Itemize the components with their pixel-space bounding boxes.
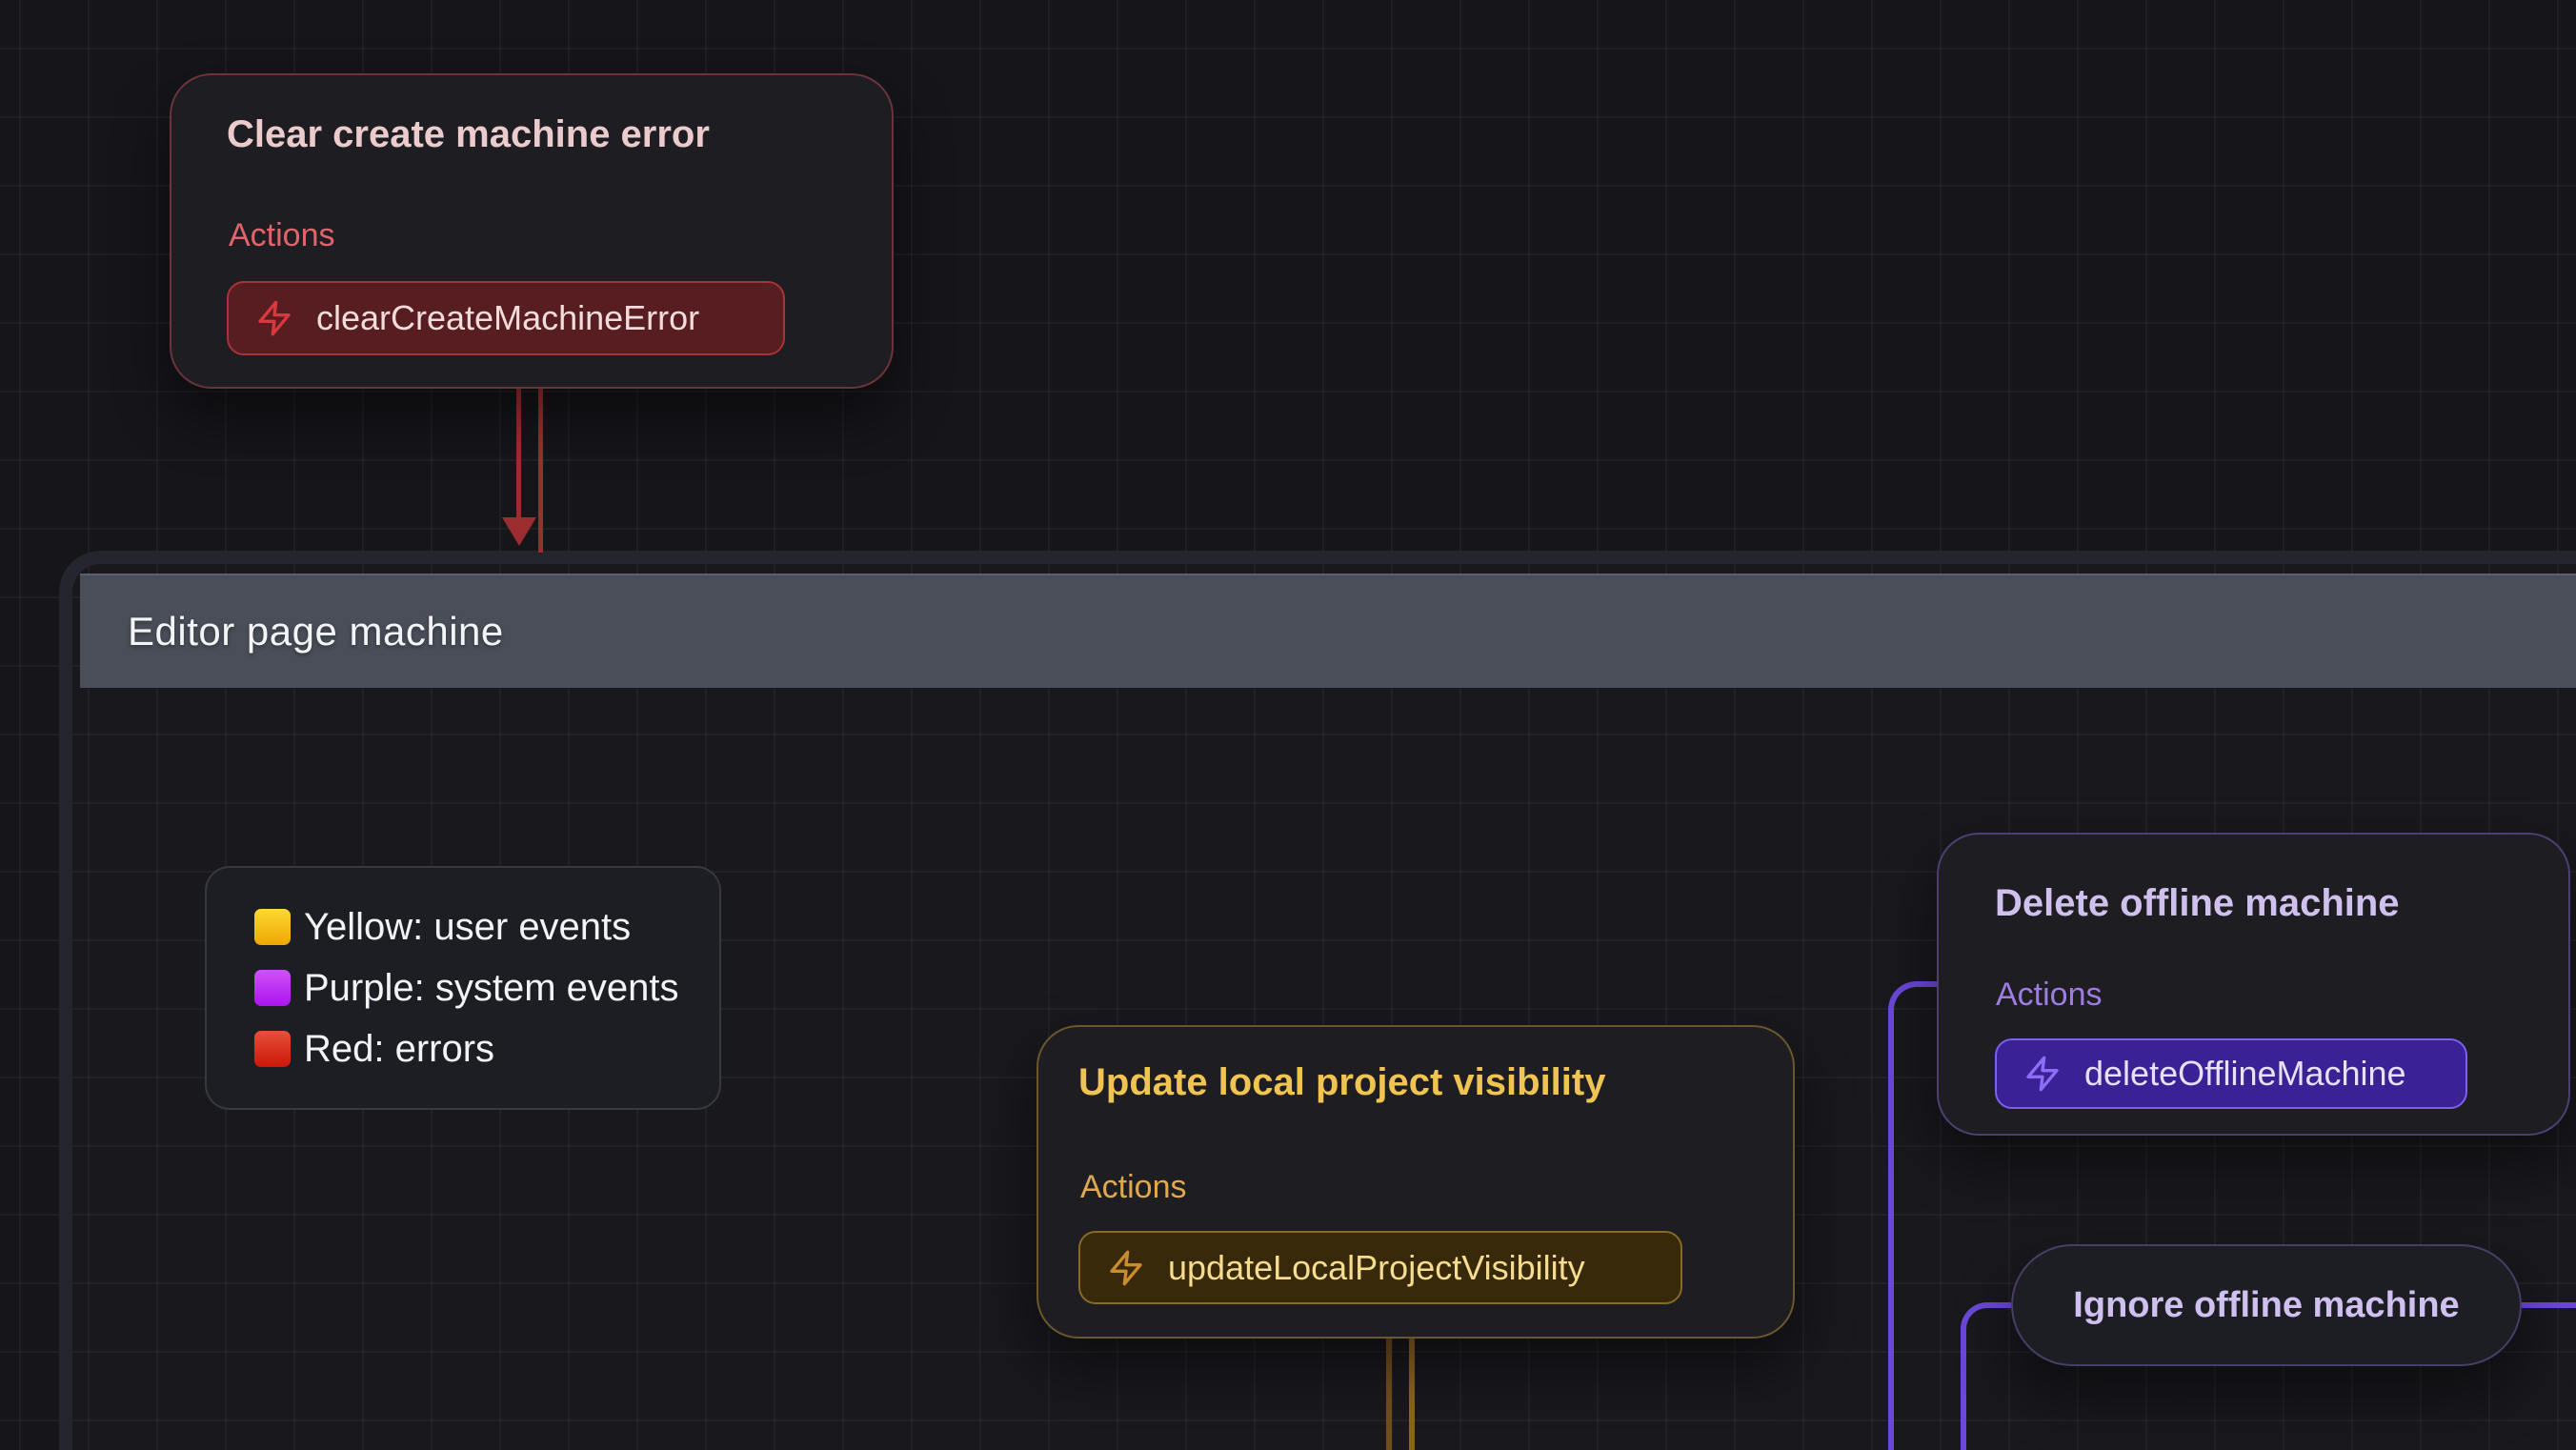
legend-item-user-events: Yellow: user events [254,906,719,949]
state-node-ignore-offline-machine[interactable]: Ignore offline machine [2011,1244,2522,1366]
lightning-icon [255,299,293,337]
error-edge-line [516,387,521,518]
state-node-delete-offline-machine[interactable]: Delete offline machine Actions deleteOff… [1937,833,2570,1136]
state-node-update-local-project-visibility[interactable]: Update local project visibility Actions … [1036,1025,1795,1339]
legend-note[interactable]: Yellow: user events Purple: system event… [205,866,721,1110]
system-event-edge-ignore-machine-right [2522,1302,2576,1308]
machine-header[interactable]: Editor page machine [80,574,2576,688]
state-title: Update local project visibility [1078,1061,1605,1104]
legend-label: Purple: system events [304,967,679,1010]
state-node-clear-create-machine-error[interactable]: Clear create machine error Actions clear… [170,73,894,389]
system-event-edge-ignore-machine-left [1961,1302,2011,1450]
diagram-canvas[interactable]: Editor page machine Clear create machine… [0,0,2576,1450]
action-label: updateLocalProjectVisibility [1168,1248,1585,1288]
system-event-edge-delete-machine [1888,981,1937,1450]
red-square-icon [254,1031,291,1067]
error-edge-arrowhead-icon [502,517,536,546]
user-event-edge-line [1386,1338,1392,1450]
machine-title: Editor page machine [128,609,504,655]
legend-item-system-events: Purple: system events [254,967,719,1010]
actions-section-label: Actions [1996,977,2103,1014]
user-event-edge-return-line [1409,1338,1415,1450]
action-chip-clearCreateMachineError[interactable]: clearCreateMachineError [227,281,785,355]
legend-item-errors: Red: errors [254,1028,719,1071]
action-chip-updateLocalProjectVisibility[interactable]: updateLocalProjectVisibility [1078,1231,1682,1304]
legend-label: Yellow: user events [304,906,631,949]
action-label: deleteOfflineMachine [2084,1054,2406,1094]
legend-label: Red: errors [304,1028,494,1071]
actions-section-label: Actions [1080,1169,1187,1206]
error-edge-return-line [538,387,543,553]
action-chip-deleteOfflineMachine[interactable]: deleteOfflineMachine [1995,1038,2467,1109]
state-title: Clear create machine error [227,113,710,156]
purple-square-icon [254,970,291,1006]
action-label: clearCreateMachineError [316,298,699,338]
actions-section-label: Actions [229,217,335,254]
state-title: Ignore offline machine [2073,1285,2459,1326]
lightning-icon [1107,1249,1145,1287]
lightning-icon [2023,1055,2062,1093]
yellow-square-icon [254,909,291,945]
state-title: Delete offline machine [1995,882,2400,925]
